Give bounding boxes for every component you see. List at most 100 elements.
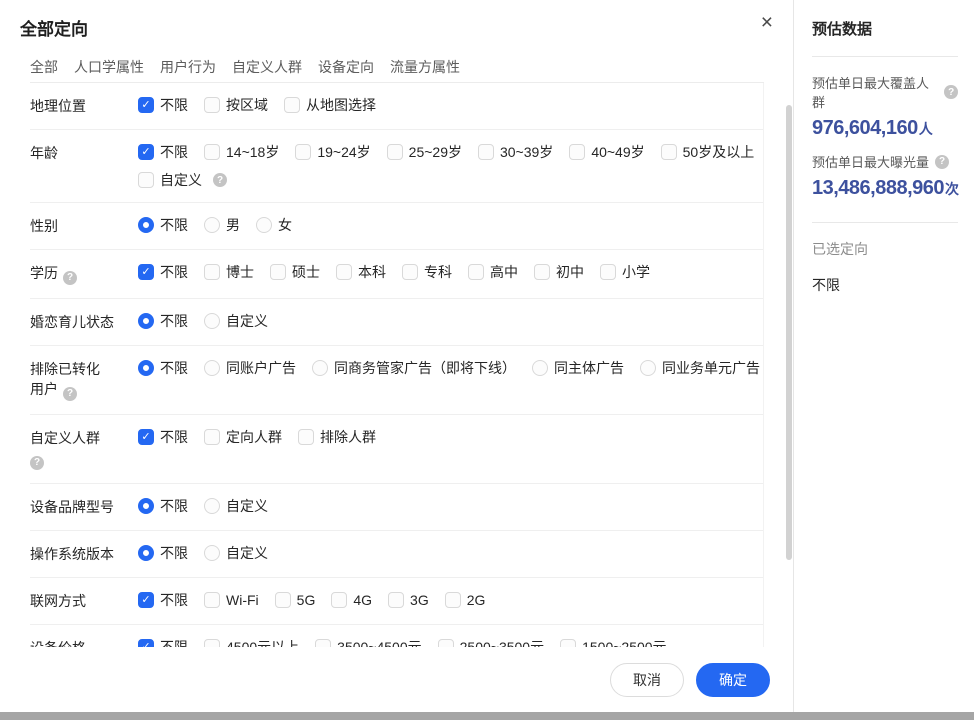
checkbox-unchecked-icon — [336, 264, 352, 280]
option-label: 19~24岁 — [317, 143, 370, 161]
checkbox-option[interactable]: 排除人群 — [298, 428, 376, 446]
checkbox-option[interactable]: 3G — [388, 591, 429, 609]
checkbox-option[interactable]: ✓不限 — [138, 638, 188, 647]
help-icon[interactable]: ? — [63, 271, 77, 285]
checkbox-option[interactable]: 30~39岁 — [478, 143, 553, 161]
radio-option[interactable]: 同账户广告 — [204, 359, 296, 377]
checkbox-option[interactable]: 小学 — [600, 263, 650, 281]
checkbox-checked-icon: ✓ — [138, 639, 154, 647]
radio-option[interactable]: 自定义 — [204, 497, 268, 515]
help-icon[interactable]: ? — [935, 155, 949, 169]
checkbox-option[interactable]: 14~18岁 — [204, 143, 279, 161]
radio-option[interactable]: 自定义 — [204, 312, 268, 330]
checkbox-unchecked-icon — [295, 144, 311, 160]
option-label: 初中 — [556, 263, 584, 281]
row-label-text: 设备品牌型号 — [30, 499, 114, 515]
radio-option[interactable]: 同商务管家广告（即将下线） — [312, 359, 516, 377]
checkbox-option[interactable]: 50岁及以上 — [661, 143, 755, 161]
metric-label: 预估单日最大曝光量 ? — [812, 152, 958, 171]
option-group: 不限自定义 — [138, 544, 763, 562]
checkbox-unchecked-icon — [445, 592, 461, 608]
checkbox-checked-icon: ✓ — [138, 592, 154, 608]
option-label: 硕士 — [292, 263, 320, 281]
scrollbar-thumb[interactable] — [786, 105, 792, 560]
tab-0[interactable]: 全部 — [30, 57, 58, 77]
option-label: 不限 — [160, 428, 188, 446]
radio-unchecked-icon — [204, 545, 220, 561]
row-label: 操作系统版本 — [30, 544, 138, 564]
tab-4[interactable]: 设备定向 — [318, 57, 374, 77]
radio-option[interactable]: 不限 — [138, 312, 188, 330]
option-label: 3G — [410, 591, 429, 609]
checkbox-option[interactable]: 1500~2500元 — [560, 638, 666, 647]
checkbox-option[interactable]: 40~49岁 — [569, 143, 644, 161]
radio-option[interactable]: 男 — [204, 216, 240, 234]
option-group: 不限男女 — [138, 216, 763, 234]
confirm-button[interactable]: 确定 — [696, 663, 770, 697]
option-label: 1500~2500元 — [582, 638, 666, 647]
checkbox-option[interactable]: 19~24岁 — [295, 143, 370, 161]
radio-option[interactable]: 不限 — [138, 216, 188, 234]
option-label: 不限 — [160, 96, 188, 114]
option-label: 同业务单元广告 — [662, 359, 760, 377]
checkbox-option[interactable]: 3500~4500元 — [315, 638, 421, 647]
checkbox-option[interactable]: Wi-Fi — [204, 591, 259, 609]
radio-option[interactable]: 同主体广告 — [532, 359, 624, 377]
selected-targeting-value: 不限 — [812, 275, 958, 295]
metric-label-text: 预估单日最大覆盖人群 — [812, 73, 938, 111]
metric-label-text: 预估单日最大曝光量 — [812, 152, 929, 171]
tab-5[interactable]: 流量方属性 — [390, 57, 460, 77]
help-icon[interactable]: ? — [213, 173, 227, 187]
checkbox-option[interactable]: 初中 — [534, 263, 584, 281]
checkbox-option[interactable]: 25~29岁 — [387, 143, 462, 161]
checkbox-option[interactable]: ✓不限 — [138, 591, 188, 609]
help-icon[interactable]: ? — [30, 456, 44, 470]
option-label: 不限 — [160, 544, 188, 562]
option-label: 25~29岁 — [409, 143, 462, 161]
dialog-header: 全部定向 × — [0, 0, 793, 52]
option-label: 自定义 — [226, 312, 268, 330]
checkbox-option[interactable]: 4500元以上 — [204, 638, 299, 647]
help-icon[interactable]: ? — [63, 387, 77, 401]
metric-unit: 次 — [945, 181, 959, 197]
option-label: 同主体广告 — [554, 359, 624, 377]
close-icon[interactable]: × — [761, 12, 773, 33]
option-label: 3500~4500元 — [337, 638, 421, 647]
cancel-button[interactable]: 取消 — [610, 663, 684, 697]
radio-option[interactable]: 不限 — [138, 544, 188, 562]
checkbox-option[interactable]: 高中 — [468, 263, 518, 281]
tab-1[interactable]: 人口学属性 — [74, 57, 144, 77]
checkbox-option[interactable]: 按区域 — [204, 96, 268, 114]
page-background-strip — [0, 712, 974, 720]
tab-3[interactable]: 自定义人群 — [232, 57, 302, 77]
metric-number: 13,486,888,960 — [812, 177, 944, 199]
help-icon[interactable]: ? — [944, 85, 958, 99]
checkbox-option[interactable]: 4G — [331, 591, 372, 609]
radio-option[interactable]: 女 — [256, 216, 292, 234]
checkbox-option[interactable]: 5G — [275, 591, 316, 609]
radio-option[interactable]: 不限 — [138, 497, 188, 515]
radio-unchecked-icon — [204, 498, 220, 514]
checkbox-option[interactable]: 定向人群 — [204, 428, 282, 446]
radio-option[interactable]: 同业务单元广告 — [640, 359, 760, 377]
option-group: 不限同账户广告同商务管家广告（即将下线） 同主体广告 同业务单元广告 — [138, 359, 763, 377]
tab-2[interactable]: 用户行为 — [160, 57, 216, 77]
checkbox-option[interactable]: 从地图选择 — [284, 96, 376, 114]
checkbox-option[interactable]: 自定义? — [138, 171, 227, 189]
checkbox-option[interactable]: 博士 — [204, 263, 254, 281]
checkbox-option[interactable]: ✓不限 — [138, 143, 188, 161]
radio-option[interactable]: 自定义 — [204, 544, 268, 562]
checkbox-option[interactable]: ✓不限 — [138, 96, 188, 114]
checkbox-option[interactable]: 2500~3500元 — [438, 638, 544, 647]
checkbox-option[interactable]: 专科 — [402, 263, 452, 281]
checkbox-unchecked-icon — [388, 592, 404, 608]
checkbox-unchecked-icon — [284, 97, 300, 113]
checkbox-option[interactable]: 硕士 — [270, 263, 320, 281]
radio-option[interactable]: 不限 — [138, 359, 188, 377]
checkbox-option[interactable]: 本科 — [336, 263, 386, 281]
checkbox-option[interactable]: ✓不限 — [138, 428, 188, 446]
checkbox-option[interactable]: 2G — [445, 591, 486, 609]
checkbox-option[interactable]: ✓不限 — [138, 263, 188, 281]
dialog-footer: 取消 确定 — [0, 648, 793, 712]
option-label: 不限 — [160, 312, 188, 330]
